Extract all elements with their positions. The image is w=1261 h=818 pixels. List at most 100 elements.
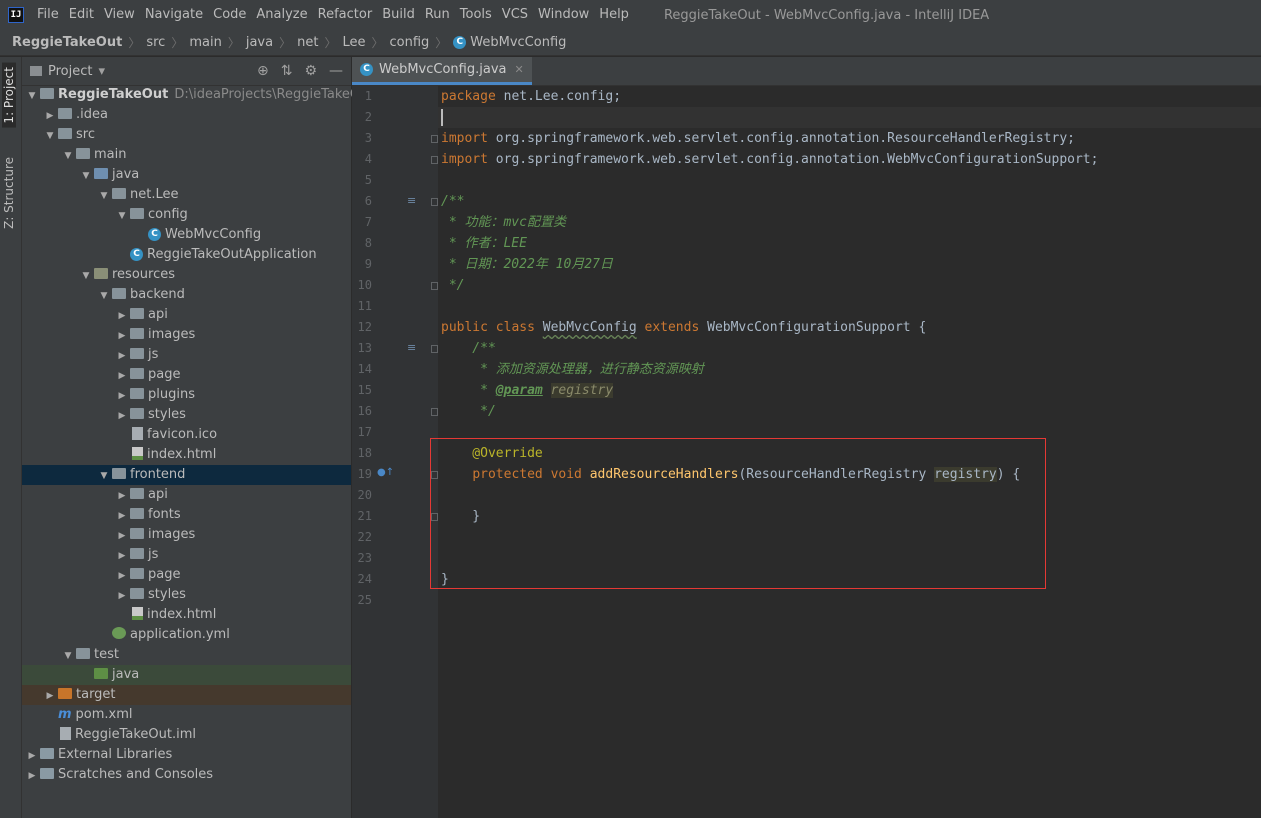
fold-marker-icon[interactable] xyxy=(431,408,438,416)
menu-edit[interactable]: Edit xyxy=(64,0,99,30)
chevron-down-icon[interactable]: ▼ xyxy=(62,646,74,666)
project-panel-title[interactable]: Project xyxy=(48,64,92,79)
tree-item[interactable]: ▼ java xyxy=(22,165,351,185)
tree-item[interactable]: ▶ api xyxy=(22,485,351,505)
fold-marker-icon[interactable] xyxy=(431,135,438,143)
chevron-right-icon[interactable]: ▶ xyxy=(116,326,128,346)
tree-item[interactable]: ▼ frontend xyxy=(22,465,351,485)
chevron-down-icon[interactable]: ▼ xyxy=(98,286,110,306)
menu-file[interactable]: File xyxy=(32,0,64,30)
tree-item[interactable]: ▶ External Libraries xyxy=(22,745,351,765)
fold-marker-icon[interactable] xyxy=(431,156,438,164)
chevron-right-icon[interactable]: ▶ xyxy=(116,586,128,606)
tab-webmvcconfig-java[interactable]: C WebMvcConfig.java ✕ xyxy=(352,57,532,85)
hide-panel-icon[interactable]: — xyxy=(329,63,343,79)
tree-item[interactable]: ▼ test xyxy=(22,645,351,665)
tree-item[interactable]: ▼ resources xyxy=(22,265,351,285)
tree-item[interactable]: C ReggieTakeOutApplication xyxy=(22,245,351,265)
tree-item[interactable]: ▶ fonts xyxy=(22,505,351,525)
tree-item[interactable]: ▶ plugins xyxy=(22,385,351,405)
chevron-right-icon[interactable]: ▶ xyxy=(26,766,38,786)
tree-item[interactable]: ReggieTakeOut.iml xyxy=(22,725,351,745)
tree-item[interactable]: index.html xyxy=(22,605,351,625)
chevron-right-icon[interactable]: ▶ xyxy=(116,366,128,386)
menu-help[interactable]: Help xyxy=(594,0,634,30)
chevron-right-icon[interactable]: ▶ xyxy=(116,486,128,506)
fold-marker-icon[interactable] xyxy=(431,198,438,206)
menu-window[interactable]: Window xyxy=(533,0,594,30)
menu-refactor[interactable]: Refactor xyxy=(313,0,378,30)
code-editor[interactable]: 1 2 3 4 5 6 7 8 9 10 11 12 13 14 15 16 17 18 19 20 21 22 23 24 2… xyxy=(352,86,1261,818)
tree-item[interactable]: ▼ backend xyxy=(22,285,351,305)
tree-item[interactable]: ▶ api xyxy=(22,305,351,325)
chevron-down-icon[interactable]: ▼ xyxy=(62,146,74,166)
fold-marker-icon[interactable] xyxy=(431,345,438,353)
tree-item[interactable]: ▼ src xyxy=(22,125,351,145)
chevron-down-icon[interactable]: ▼ xyxy=(98,466,110,486)
tree-item[interactable]: ▼ net.Lee xyxy=(22,185,351,205)
chevron-down-icon[interactable]: ▼ xyxy=(80,266,92,286)
override-method-icon[interactable]: ●↑ xyxy=(377,467,394,478)
tree-item[interactable]: ▼ main xyxy=(22,145,351,165)
chevron-down-icon[interactable]: ▼ xyxy=(80,166,92,186)
tree-item[interactable]: ▶ page xyxy=(22,565,351,585)
breadcrumb-item-lee[interactable]: Lee xyxy=(342,35,365,50)
tree-item[interactable]: ▶ styles xyxy=(22,405,351,425)
breadcrumb-item-main[interactable]: main xyxy=(189,35,221,50)
tree-item[interactable]: java xyxy=(22,665,351,685)
chevron-down-icon[interactable]: ▼ xyxy=(116,206,128,226)
chevron-right-icon[interactable]: ▶ xyxy=(44,106,56,126)
breadcrumb-item-project[interactable]: ReggieTakeOut xyxy=(12,35,122,50)
tree-item[interactable]: ▶ js xyxy=(22,345,351,365)
tab-structure[interactable]: Z: Structure xyxy=(2,153,16,233)
menu-analyze[interactable]: Analyze xyxy=(251,0,312,30)
chevron-right-icon[interactable]: ▶ xyxy=(26,746,38,766)
breadcrumb-item-java[interactable]: java xyxy=(246,35,273,50)
tree-item[interactable]: ▶ images xyxy=(22,325,351,345)
chevron-down-icon[interactable]: ▼ xyxy=(44,126,56,146)
menu-build[interactable]: Build xyxy=(377,0,420,30)
locate-file-icon[interactable]: ⊕ xyxy=(257,63,269,79)
chevron-right-icon[interactable]: ▶ xyxy=(116,506,128,526)
breadcrumb-item-net[interactable]: net xyxy=(297,35,318,50)
collapse-all-icon[interactable]: ⇅ xyxy=(281,63,293,79)
menu-code[interactable]: Code xyxy=(208,0,251,30)
tree-item[interactable]: application.yml xyxy=(22,625,351,645)
tree-item[interactable]: ▶ target xyxy=(22,685,351,705)
chevron-right-icon[interactable]: ▶ xyxy=(116,346,128,366)
close-icon[interactable]: ✕ xyxy=(514,63,523,76)
tree-item[interactable]: ▶ styles xyxy=(22,585,351,605)
chevron-down-icon[interactable]: ▼ xyxy=(98,186,110,206)
tree-item[interactable]: ▼ config xyxy=(22,205,351,225)
tree-item[interactable]: m pom.xml xyxy=(22,705,351,725)
breadcrumb-item-config[interactable]: config xyxy=(389,35,429,50)
chevron-right-icon[interactable]: ▶ xyxy=(44,686,56,706)
tree-item[interactable]: ▶ Scratches and Consoles xyxy=(22,765,351,785)
menu-navigate[interactable]: Navigate xyxy=(140,0,208,30)
tree-item[interactable]: ▼ ReggieTakeOut D:\ideaProjects\ReggieTake… xyxy=(22,85,374,106)
chevron-right-icon[interactable]: ▶ xyxy=(116,306,128,326)
tree-item[interactable]: index.html xyxy=(22,445,351,465)
menu-run[interactable]: Run xyxy=(420,0,455,30)
gear-icon[interactable]: ⚙ xyxy=(304,63,317,79)
chevron-right-icon[interactable]: ▶ xyxy=(116,526,128,546)
tree-item[interactable]: ▶ .idea xyxy=(22,105,351,125)
tree-item[interactable]: ▶ page xyxy=(22,365,351,385)
breadcrumb-item-current[interactable]: WebMvcConfig xyxy=(470,35,566,50)
chevron-right-icon[interactable]: ▶ xyxy=(116,546,128,566)
chevron-right-icon[interactable]: ▶ xyxy=(116,566,128,586)
chevron-down-icon[interactable]: ▼ xyxy=(26,86,38,106)
tree-item[interactable]: ▶ js xyxy=(22,545,351,565)
chevron-right-icon[interactable]: ▶ xyxy=(116,386,128,406)
tree-item[interactable]: C WebMvcConfig xyxy=(22,225,351,245)
menu-vcs[interactable]: VCS xyxy=(497,0,533,30)
chevron-right-icon[interactable]: ▶ xyxy=(116,406,128,426)
menu-view[interactable]: View xyxy=(99,0,140,30)
dropdown-arrow-icon[interactable]: ▾ xyxy=(98,64,105,79)
menu-tools[interactable]: Tools xyxy=(455,0,497,30)
breadcrumb-item-src[interactable]: src xyxy=(146,35,165,50)
tab-project[interactable]: 1: Project xyxy=(2,63,16,128)
tree-item[interactable]: favicon.ico xyxy=(22,425,351,445)
fold-marker-icon[interactable] xyxy=(431,282,438,290)
tree-item[interactable]: ▶ images xyxy=(22,525,351,545)
